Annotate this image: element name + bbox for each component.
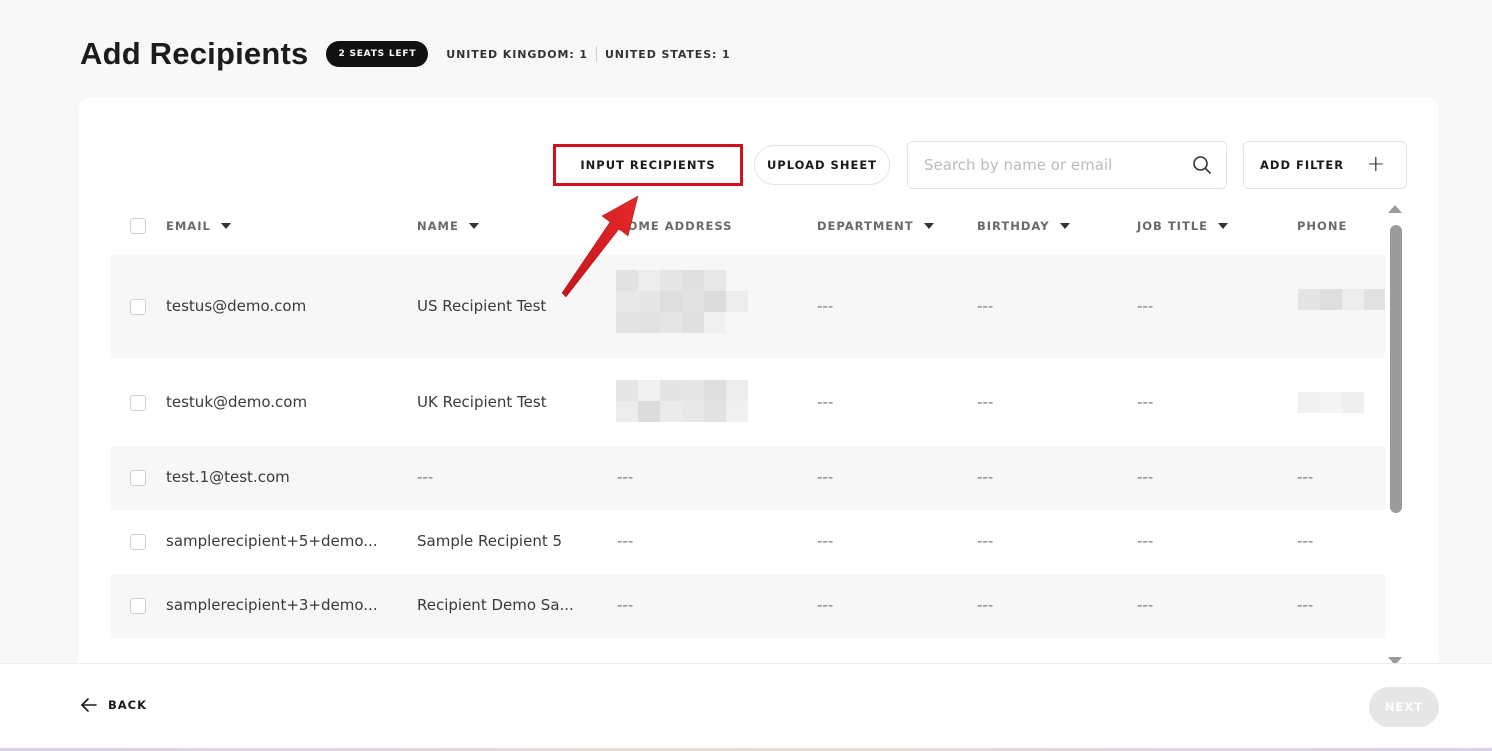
country-count-uk: UNITED KINGDOM: 1 — [446, 47, 588, 61]
upload-sheet-button[interactable]: UPLOAD SHEET — [754, 145, 890, 185]
back-label: BACK — [108, 698, 148, 712]
cell-birthday: --- — [977, 393, 994, 411]
sort-caret-icon — [1217, 223, 1228, 229]
column-header-email[interactable]: EMAIL — [166, 219, 231, 233]
table-row[interactable]: testuk@demo.com UK Recipient Test --- --… — [111, 358, 1385, 446]
blurred-address — [616, 380, 748, 422]
country-count-us: UNITED STATES: 1 — [604, 47, 731, 61]
cell-phone: --- — [1297, 532, 1314, 550]
cell-job-title: --- — [1137, 468, 1154, 486]
blurred-address — [616, 270, 748, 333]
table-row[interactable]: testus@demo.com US Recipient Test --- --… — [111, 255, 1385, 358]
sort-caret-icon — [468, 223, 479, 229]
scroll-up-arrow-icon[interactable] — [1388, 205, 1402, 213]
plus-icon: + — [1366, 152, 1386, 177]
cell-job-title: --- — [1137, 532, 1154, 550]
sort-caret-icon — [923, 223, 934, 229]
input-recipients-button[interactable]: INPUT RECIPIENTS — [553, 144, 743, 186]
cell-name: --- — [417, 468, 434, 486]
cell-birthday: --- — [977, 596, 994, 614]
cell-birthday: --- — [977, 297, 994, 315]
cell-name: US Recipient Test — [417, 297, 547, 315]
cell-department: --- — [817, 393, 834, 411]
column-header-job-title[interactable]: JOB TITLE — [1137, 219, 1228, 233]
table-row[interactable]: samplerecipient+5+demo... Sample Recipie… — [111, 510, 1385, 574]
cell-email: testuk@demo.com — [166, 393, 308, 411]
add-filter-button[interactable]: ADD FILTER + — [1243, 141, 1407, 189]
select-all-checkbox[interactable] — [130, 218, 146, 234]
blurred-phone — [1298, 392, 1385, 413]
page-header: Add Recipients 2 SEATS LEFT UNITED KINGD… — [80, 36, 731, 72]
sort-caret-icon — [1059, 223, 1070, 229]
cell-job-title: --- — [1137, 297, 1154, 315]
back-button[interactable]: BACK — [80, 696, 147, 714]
recipients-card: INPUT RECIPIENTS UPLOAD SHEET ADD FILTER… — [79, 97, 1439, 697]
cell-email: samplerecipient+3+demo... — [166, 596, 378, 614]
table-row[interactable]: samplerecipient+3+demo... Recipient Demo… — [111, 574, 1385, 638]
table-row[interactable]: test.1@test.com --- --- --- --- --- --- — [111, 446, 1385, 510]
cell-name: UK Recipient Test — [417, 393, 547, 411]
search-icon[interactable] — [1192, 155, 1212, 175]
seats-left-badge: 2 SEATS LEFT — [326, 41, 429, 67]
column-header-phone[interactable]: PHONE — [1297, 219, 1347, 233]
cell-email: test.1@test.com — [166, 468, 290, 486]
add-filter-label: ADD FILTER — [1260, 158, 1345, 172]
column-header-birthday[interactable]: BIRTHDAY — [977, 219, 1070, 233]
next-button[interactable]: NEXT — [1369, 687, 1439, 727]
column-header-address[interactable]: HOME ADDRESS — [617, 219, 732, 233]
cell-address: --- — [617, 468, 634, 486]
cell-job-title: --- — [1137, 596, 1154, 614]
row-checkbox[interactable] — [130, 534, 146, 550]
row-checkbox[interactable] — [130, 470, 146, 486]
cell-name: Sample Recipient 5 — [417, 532, 563, 550]
recipients-table: EMAIL NAME HOME ADDRESS DEPARTMENT BIRTH… — [111, 201, 1385, 697]
search-input[interactable] — [924, 156, 1192, 174]
page-title: Add Recipients — [80, 36, 309, 71]
sort-caret-icon — [220, 223, 231, 229]
cell-name: Recipient Demo Sa... — [417, 596, 574, 614]
cell-department: --- — [817, 596, 834, 614]
cell-phone: --- — [1297, 596, 1314, 614]
cell-job-title: --- — [1137, 393, 1154, 411]
cell-email: samplerecipient+5+demo... — [166, 532, 378, 550]
search-box — [907, 141, 1227, 189]
cell-birthday: --- — [977, 468, 994, 486]
cell-phone: --- — [1297, 468, 1314, 486]
blurred-phone — [1298, 289, 1385, 310]
cell-birthday: --- — [977, 532, 994, 550]
footer-bar: BACK NEXT — [0, 663, 1492, 751]
arrow-left-icon — [81, 698, 97, 712]
row-checkbox[interactable] — [130, 395, 146, 411]
column-header-department[interactable]: DEPARTMENT — [817, 219, 934, 233]
cell-address: --- — [617, 596, 634, 614]
cell-department: --- — [817, 468, 834, 486]
divider — [595, 46, 597, 62]
cell-department: --- — [817, 297, 834, 315]
cell-address: --- — [617, 532, 634, 550]
column-header-name[interactable]: NAME — [417, 219, 479, 233]
row-checkbox[interactable] — [130, 299, 146, 315]
vertical-scrollbar-thumb[interactable] — [1390, 225, 1402, 513]
cell-department: --- — [817, 532, 834, 550]
cell-email: testus@demo.com — [166, 297, 307, 315]
row-checkbox[interactable] — [130, 598, 146, 614]
table-header: EMAIL NAME HOME ADDRESS DEPARTMENT BIRTH… — [111, 201, 1385, 251]
